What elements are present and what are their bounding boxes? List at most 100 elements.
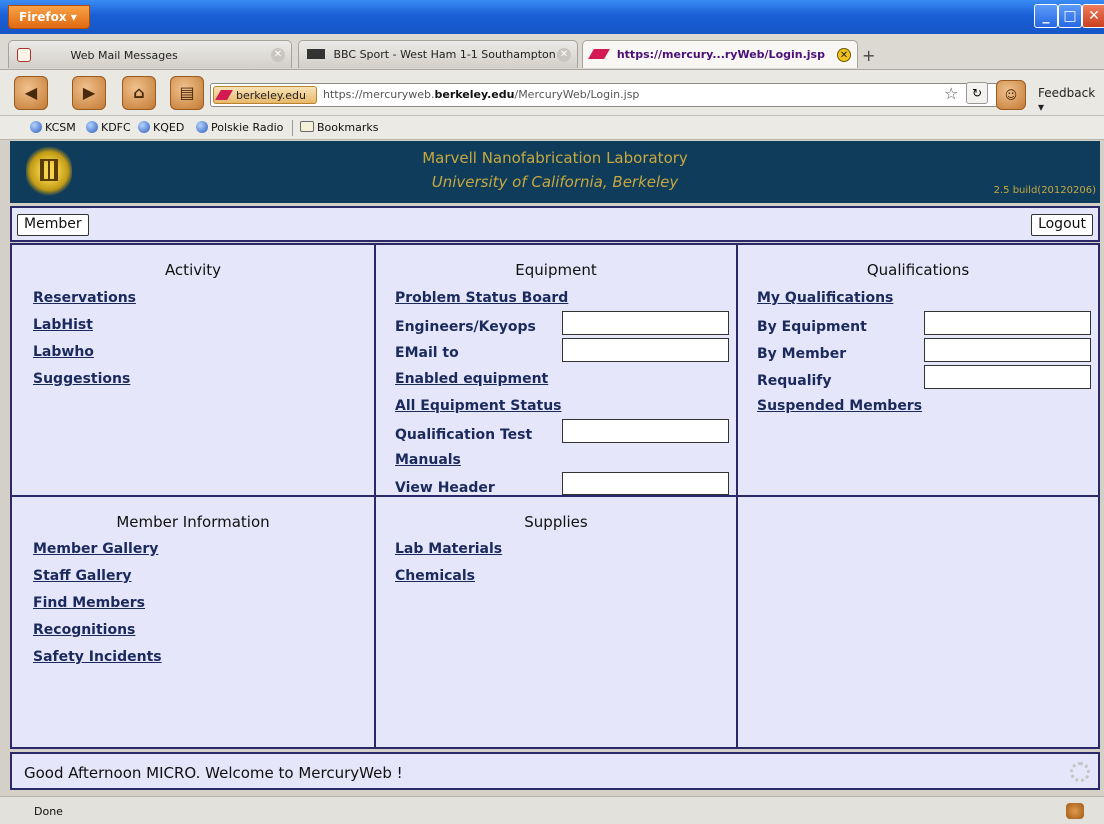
bbc-favicon-icon [307,49,325,59]
radio-icon [196,121,208,133]
suspended-members-link[interactable]: Suspended Members [757,398,922,414]
bookmark-label: Polskie Radio [211,121,284,134]
bookmark-label: Bookmarks [317,121,379,134]
by-member-label: By Member [757,346,847,362]
bookmarks-toolbar: KCSM KDFC KQED Polskie Radio Bookmarks [0,116,1104,140]
url-domain: berkeley.edu [434,88,515,101]
site-domain: berkeley.edu [236,89,307,102]
radio-icon [86,121,98,133]
tab-label: Web Mail Messages [70,49,178,62]
safety-incidents-link[interactable]: Safety Incidents [33,649,162,665]
url-path: /MercuryWeb/Login.jsp [514,88,640,101]
by-equipment-input[interactable] [924,311,1091,335]
feather-icon [215,90,233,100]
welcome-message: Good Afternoon MICRO. Welcome to Mercury… [24,764,403,782]
logout-button[interactable]: Logout [1031,214,1093,236]
empty-panel [738,497,1098,747]
feedback-icon[interactable]: ☺ [996,80,1026,110]
requalify-input[interactable] [924,365,1091,389]
activity-title: Activity [164,261,222,279]
window-title-bar: Firefox ▾ _ □ ✕ [0,0,1104,34]
mail-favicon-icon [17,48,31,62]
bookmark-label: KQED [153,121,185,134]
find-members-link[interactable]: Find Members [33,595,145,611]
staff-gallery-link[interactable]: Staff Gallery [33,568,132,584]
main-menu-grid: Activity Reservations LabHist Labwho Sug… [10,243,1100,749]
bookmark-label: KCSM [45,121,76,134]
view-header-input[interactable] [562,472,729,495]
member-button[interactable]: Member [17,214,89,236]
addon-icon[interactable] [1066,803,1084,819]
bookmark-star-icon[interactable]: ☆ [944,84,958,103]
close-tab-icon[interactable]: ✕ [557,48,571,62]
requalify-label: Requalify [757,373,832,389]
all-equipment-status-link[interactable]: All Equipment Status [395,398,562,414]
reservations-link[interactable]: Reservations [33,290,136,306]
labhist-link[interactable]: LabHist [33,317,93,333]
member-information-panel: Member Information Member Gallery Staff … [12,497,376,747]
bookmark-polskie-radio[interactable]: Polskie Radio [196,121,283,134]
tab-bbc-sport[interactable]: BBC Sport - West Ham 1-1 Southampton ✕ [298,40,578,68]
close-tab-icon[interactable]: ✕ [271,48,285,62]
my-qualifications-link[interactable]: My Qualifications [757,290,893,306]
tab-label: BBC Sport - West Ham 1-1 Southampton [333,48,556,61]
close-window-icon[interactable]: ✕ [1082,4,1104,28]
close-tab-icon[interactable]: ✕ [837,48,851,62]
qualifications-title: Qualifications [866,261,970,279]
bookmark-label: KDFC [101,121,131,134]
feedback-button[interactable]: Feedback ▾ [1038,86,1104,114]
bookmark-manager-icon[interactable]: ▤ [170,76,204,110]
qualification-test-label: Qualification Test [395,427,533,443]
radio-icon [138,121,150,133]
maximize-icon[interactable]: □ [1058,4,1082,28]
qualification-test-input[interactable] [562,419,729,443]
problem-status-board-link[interactable]: Problem Status Board [395,290,568,306]
lab-name: Marvell Nanofabrication Laboratory [422,149,688,167]
equipment-panel: Equipment Problem Status Board Engineers… [376,245,738,497]
loading-spinner-icon [1070,762,1090,782]
supplies-panel: Supplies Lab Materials Chemicals [376,497,738,747]
back-icon[interactable]: ◀ [14,76,48,110]
url-text[interactable]: https://mercuryweb.berkeley.edu/MercuryW… [323,88,639,101]
manuals-link[interactable]: Manuals [395,452,461,468]
chemicals-link[interactable]: Chemicals [395,568,475,584]
email-to-label: EMail to [395,345,459,361]
new-tab-button[interactable]: + [862,46,875,65]
engineers-keyops-label: Engineers/Keyops [395,319,536,335]
bookmark-kqed[interactable]: KQED [138,121,184,134]
site-identity-badge[interactable]: berkeley.edu [213,86,317,104]
supplies-title: Supplies [524,513,588,531]
status-text: Done [34,805,63,818]
navigation-bar: ◀ ▶ ⌂ ▤ berkeley.edu https://mercuryweb.… [0,70,1104,116]
forward-icon[interactable]: ▶ [72,76,106,110]
lab-materials-link[interactable]: Lab Materials [395,541,502,557]
url-prefix: https://mercuryweb. [323,88,435,101]
member-gallery-link[interactable]: Member Gallery [33,541,158,557]
university-name: University of California, Berkeley [431,173,679,191]
bookmark-kdfc[interactable]: KDFC [86,121,131,134]
equipment-title: Equipment [515,261,597,279]
folder-icon [300,121,314,132]
labwho-link[interactable]: Labwho [33,344,94,360]
qualifications-panel: Qualifications My Qualifications By Equi… [738,245,1098,497]
tab-mercury-login[interactable]: https://mercury...ryWeb/Login.jsp ✕ [582,40,858,68]
engineers-keyops-input[interactable] [562,311,729,335]
separator [292,120,293,136]
minimize-icon[interactable]: _ [1034,4,1058,28]
by-member-input[interactable] [924,338,1091,362]
tab-web-mail[interactable]: Web Mail Messages ✕ [8,40,292,68]
suggestions-link[interactable]: Suggestions [33,371,130,387]
enabled-equipment-link[interactable]: Enabled equipment [395,371,548,387]
page-header: Marvell Nanofabrication Laboratory Unive… [10,141,1100,203]
url-bar[interactable]: berkeley.edu https://mercuryweb.berkeley… [210,83,1020,107]
feather-favicon-icon [588,49,610,59]
bookmarks-menu[interactable]: Bookmarks [300,121,378,134]
reload-icon[interactable]: ↻ [966,82,988,104]
bookmark-kcsm[interactable]: KCSM [30,121,76,134]
activity-panel: Activity Reservations LabHist Labwho Sug… [12,245,376,497]
email-to-input[interactable] [562,338,729,362]
recognitions-link[interactable]: Recognitions [33,622,135,638]
build-version: 2.5 build(20120206) [993,185,1096,196]
home-icon[interactable]: ⌂ [122,76,156,110]
firefox-menu-button[interactable]: Firefox ▾ [8,5,90,29]
